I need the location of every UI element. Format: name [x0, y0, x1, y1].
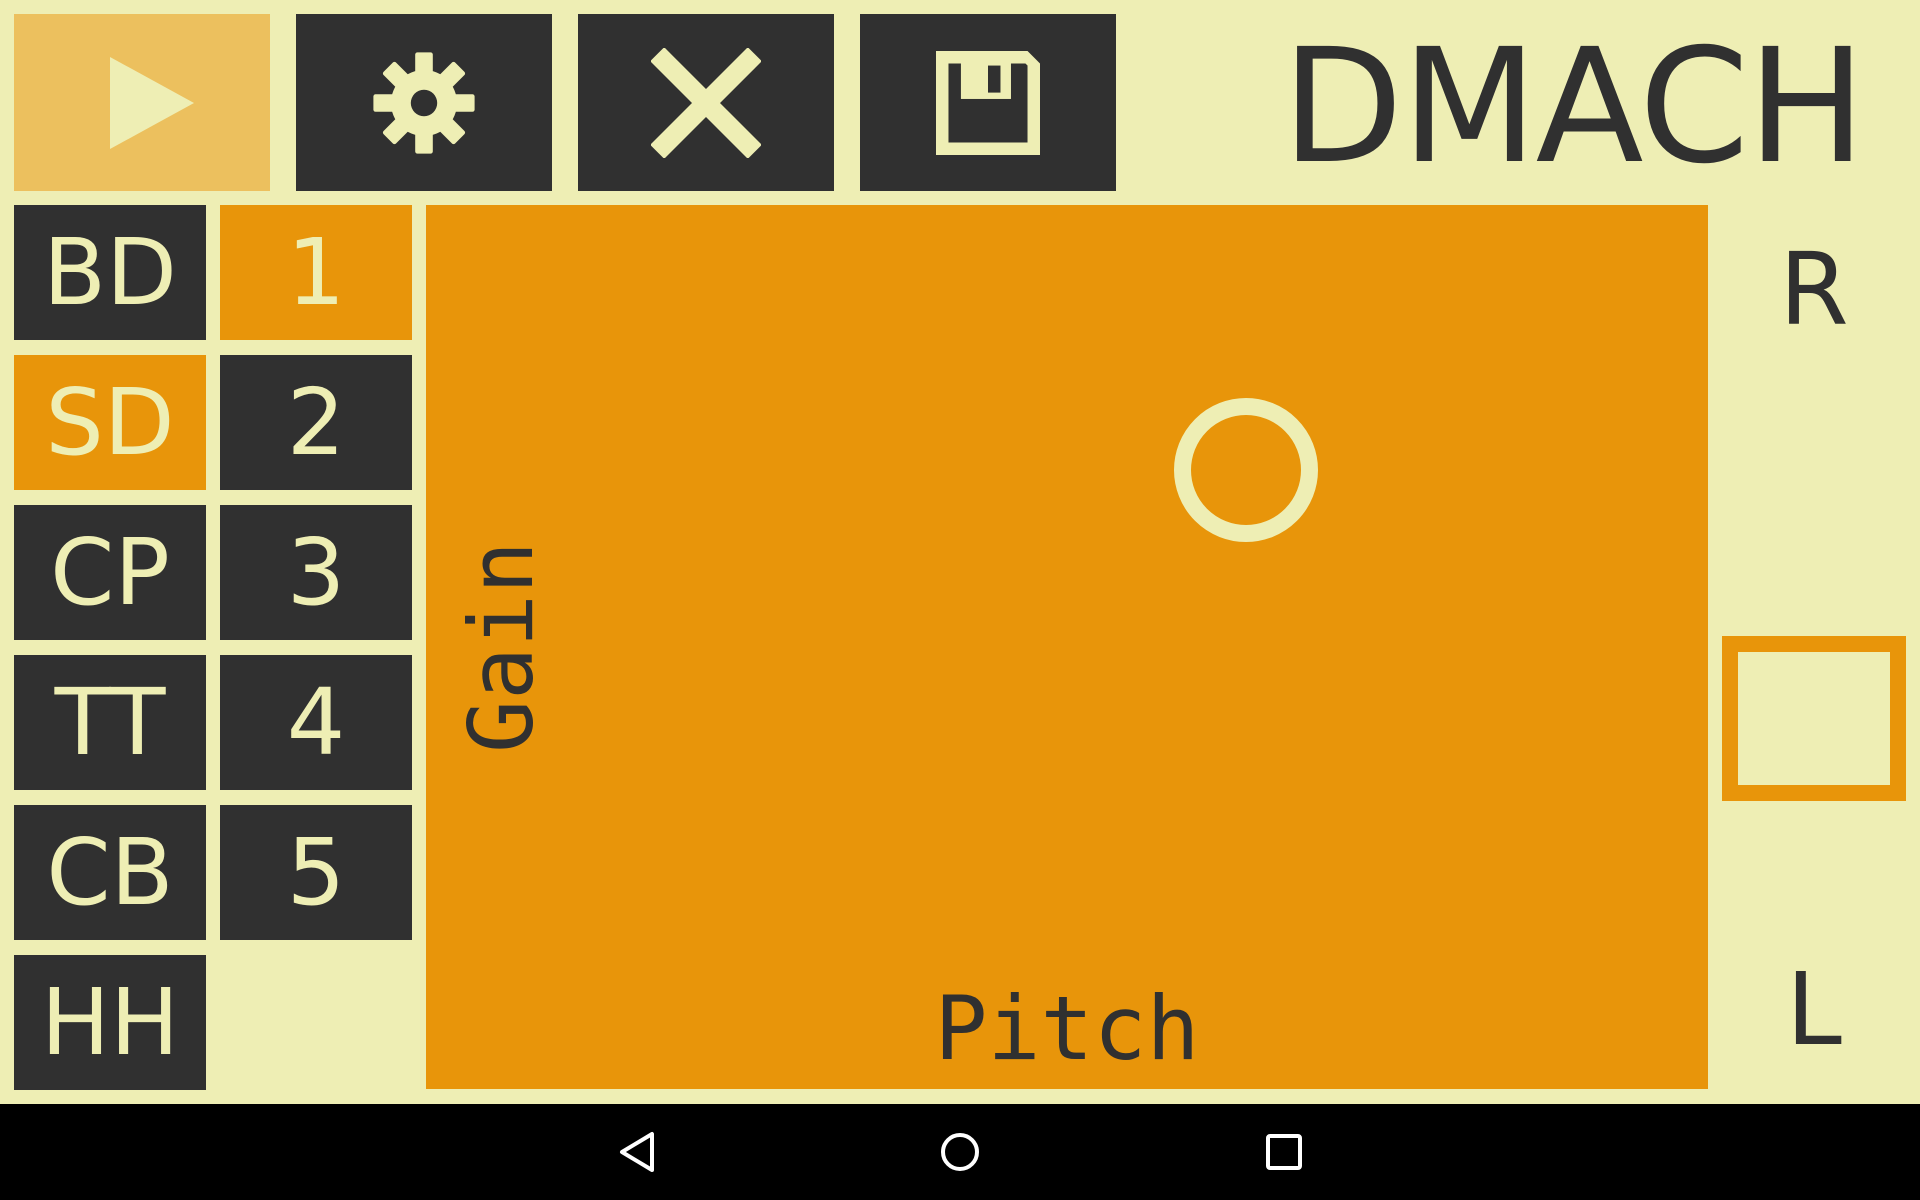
- clear-button[interactable]: [578, 14, 834, 191]
- settings-button[interactable]: [296, 14, 552, 191]
- recents-icon[interactable]: [1260, 1128, 1308, 1176]
- pattern-button-4[interactable]: 4: [220, 655, 412, 790]
- x-axis-label: Pitch: [934, 977, 1200, 1080]
- system-navigation-bar: [0, 1104, 1920, 1200]
- instrument-button-sd[interactable]: SD: [14, 355, 206, 490]
- home-icon[interactable]: [936, 1128, 984, 1176]
- back-icon[interactable]: [614, 1128, 662, 1176]
- pattern-button-5[interactable]: 5: [220, 805, 412, 940]
- y-axis-label-container: Gain: [450, 205, 553, 1089]
- floppy-disk-icon: [936, 50, 1040, 155]
- instrument-button-bd[interactable]: BD: [14, 205, 206, 340]
- pattern-button-3[interactable]: 3: [220, 505, 412, 640]
- instrument-button-tt[interactable]: TT: [14, 655, 206, 790]
- app-title: DMACH: [1281, 15, 1866, 199]
- pan-slider-handle[interactable]: [1722, 636, 1906, 802]
- play-icon: [110, 56, 194, 149]
- close-icon: [651, 47, 761, 158]
- y-axis-label: Gain: [450, 541, 554, 753]
- instrument-button-cb[interactable]: CB: [14, 805, 206, 940]
- save-button[interactable]: [860, 14, 1116, 191]
- xy-pad[interactable]: Gain Pitch: [426, 205, 1708, 1089]
- pattern-button-2[interactable]: 2: [220, 355, 412, 490]
- play-button[interactable]: [14, 14, 270, 191]
- gear-icon: [373, 51, 475, 154]
- instrument-button-hh[interactable]: HH: [14, 955, 206, 1090]
- xy-pad-cursor[interactable]: [1174, 398, 1319, 543]
- pattern-button-1[interactable]: 1: [220, 205, 412, 340]
- instrument-button-cp[interactable]: CP: [14, 505, 206, 640]
- pan-right-label: R: [1779, 231, 1849, 348]
- pan-left-label: L: [1786, 951, 1842, 1068]
